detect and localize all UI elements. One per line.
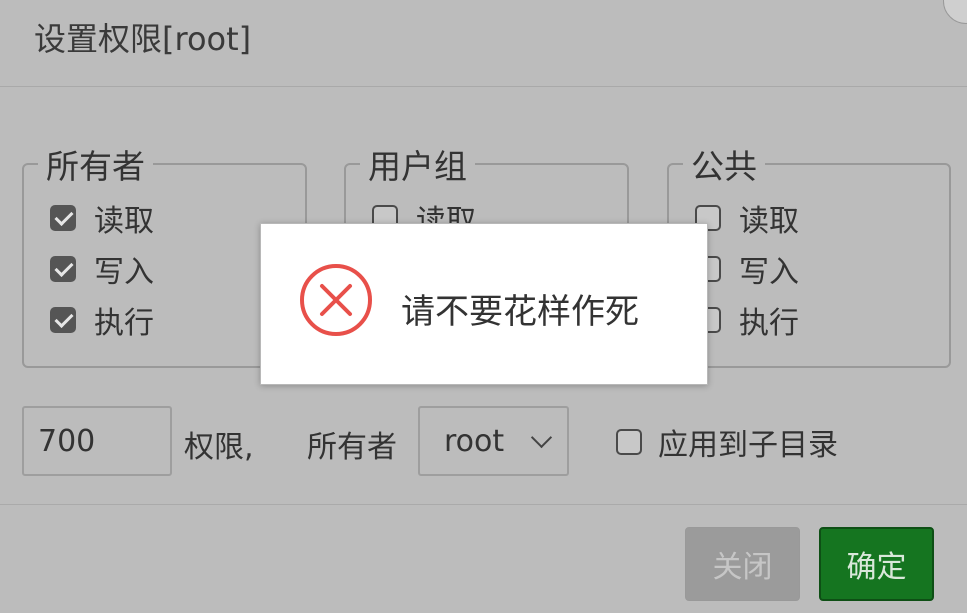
perm-label: 写入 bbox=[739, 255, 799, 290]
perm-label: 读取 bbox=[94, 204, 154, 239]
confirm-button[interactable]: 确定 bbox=[819, 527, 934, 601]
public-write-option[interactable]: 写入 bbox=[695, 251, 799, 290]
public-execute-option[interactable]: 执行 bbox=[695, 302, 799, 341]
dialog-header: 设置权限[root] bbox=[0, 0, 967, 87]
permission-mode-input[interactable] bbox=[22, 406, 172, 476]
toast-message: 请不要花样作死 bbox=[401, 292, 639, 332]
permission-label: 权限, bbox=[184, 430, 254, 465]
public-read-option[interactable]: 读取 bbox=[695, 200, 799, 239]
footer-divider bbox=[0, 504, 967, 505]
owner-write-checkbox[interactable] bbox=[50, 256, 76, 282]
owner-execute-checkbox[interactable] bbox=[50, 307, 76, 333]
owner-write-option[interactable]: 写入 bbox=[50, 251, 154, 290]
group-legend: 公共 bbox=[691, 147, 757, 186]
error-circle-icon bbox=[300, 264, 372, 336]
chevron-down-icon bbox=[530, 426, 553, 449]
owner-select[interactable]: root bbox=[418, 406, 569, 476]
group-legend: 用户组 bbox=[368, 147, 467, 186]
dialog-title: 设置权限[root] bbox=[34, 20, 252, 58]
perm-label: 读取 bbox=[739, 204, 799, 239]
apply-subdir-checkbox[interactable] bbox=[616, 429, 642, 455]
error-toast: 请不要花样作死 bbox=[260, 223, 708, 385]
apply-subdir-option[interactable]: 应用到子目录 bbox=[616, 420, 838, 464]
owner-select-value: root bbox=[444, 423, 505, 459]
owner-read-option[interactable]: 读取 bbox=[50, 200, 154, 239]
group-legend: 所有者 bbox=[46, 147, 145, 186]
owner-read-checkbox[interactable] bbox=[50, 205, 76, 231]
owner-label: 所有者 bbox=[307, 430, 397, 465]
apply-subdir-label: 应用到子目录 bbox=[658, 428, 838, 463]
owner-execute-option[interactable]: 执行 bbox=[50, 302, 154, 341]
perm-label: 执行 bbox=[94, 306, 154, 341]
close-button[interactable]: 关闭 bbox=[685, 527, 800, 601]
perm-label: 执行 bbox=[739, 306, 799, 341]
perm-label: 写入 bbox=[94, 255, 154, 290]
